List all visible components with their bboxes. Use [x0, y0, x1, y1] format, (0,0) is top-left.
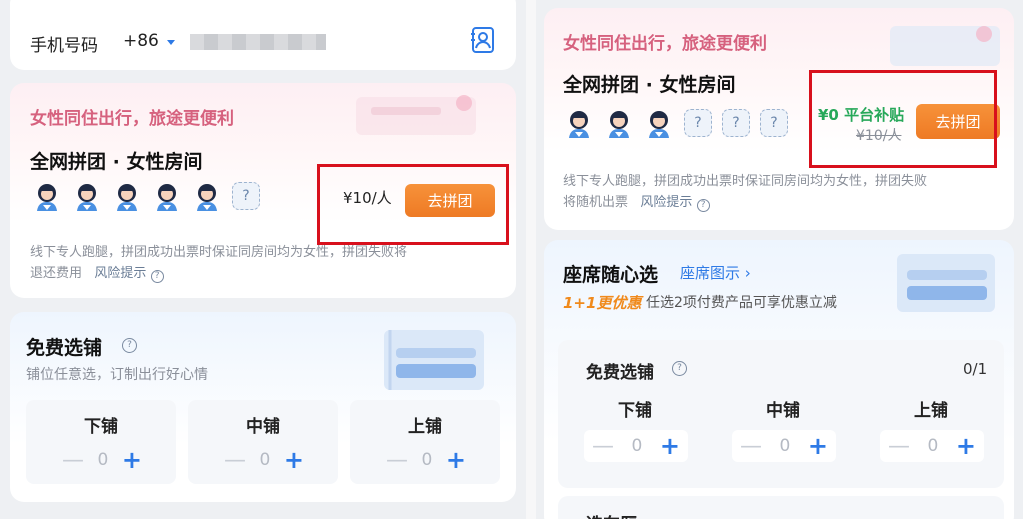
member-avatar: [32, 181, 62, 211]
empty-slot-placeholder: ?: [760, 109, 788, 137]
promo-tag: 1+1更优惠: [563, 294, 642, 312]
member-avatar: [72, 181, 102, 211]
desc-line-1: 线下专人跑腿，拼团成功出票时保证同房间均为女性，拼团失败将: [30, 245, 408, 260]
desc-line-2: 退还费用: [30, 266, 83, 281]
berth-option: 中铺 — 0 +: [718, 390, 848, 480]
berth-section-title: 免费选铺: [26, 337, 103, 359]
decrement-button[interactable]: —: [224, 448, 246, 473]
risk-tip-link[interactable]: 风险提示 ?: [94, 266, 164, 283]
member-avatar: [152, 181, 182, 211]
decrement-button[interactable]: —: [592, 434, 614, 459]
seat-selection-card: 座席随心选 座席图示 › 1+1更优惠 任选2项付费产品可享优惠立减 免费选铺 …: [544, 240, 1014, 519]
risk-tip-link[interactable]: 风险提示 ?: [640, 195, 710, 212]
group-slogan: 女性同住出行，旅途更便利: [563, 34, 767, 54]
seat-map-link[interactable]: 座席图示 ›: [680, 262, 751, 283]
help-icon[interactable]: ?: [672, 361, 687, 376]
group-description: 线下专人跑腿，拼团成功出票时保证同房间均为女性，拼团失败将 退还费用 风险提示 …: [30, 242, 500, 284]
group-description: 线下专人跑腿，拼团成功出票时保证同房间均为女性，拼团失败 将随机出票 风险提示 …: [563, 171, 1003, 213]
desc-line-1: 线下专人跑腿，拼团成功出票时保证同房间均为女性，拼团失败: [563, 174, 928, 189]
decrement-button[interactable]: —: [740, 434, 762, 459]
phone-number-input[interactable]: [190, 34, 326, 50]
panel-divider: [526, 0, 536, 519]
empty-slot-placeholder: ?: [722, 109, 750, 137]
highlight-box: [809, 70, 997, 168]
phone-card: 手机号码 +86: [10, 0, 516, 70]
stepper-value: 0: [631, 436, 643, 456]
member-avatar: [604, 108, 634, 138]
berth-stepper: — 0 +: [584, 430, 688, 462]
country-code-select[interactable]: +86: [123, 31, 159, 51]
decrement-button[interactable]: —: [888, 434, 910, 459]
member-avatar: [192, 181, 222, 211]
help-icon[interactable]: ?: [122, 338, 137, 353]
info-icon: ?: [150, 270, 164, 283]
group-slogan: 女性同住出行，旅途更便利: [30, 109, 234, 129]
berth-option: 下铺 — 0 +: [26, 400, 176, 484]
stepper-value: 0: [927, 436, 939, 456]
berth-illustration: [384, 330, 484, 390]
chevron-down-icon[interactable]: [167, 40, 175, 45]
stepper-value: 0: [97, 450, 109, 470]
berth-label: 上铺: [914, 401, 948, 421]
desc-line-2: 将随机出票: [563, 195, 629, 210]
seat-section-title: 座席随心选: [563, 264, 659, 286]
group-member-avatars: ???: [564, 108, 788, 138]
berth-stepper: — 0 +: [880, 430, 984, 462]
stepper-value: 0: [421, 450, 433, 470]
berth-label: 上铺: [408, 417, 442, 437]
empty-slot-placeholder: ?: [684, 109, 712, 137]
berth-option: 下铺 — 0 +: [570, 390, 700, 480]
berth-stepper: — 0 +: [224, 444, 304, 476]
berth-option: 上铺 — 0 +: [866, 390, 996, 480]
increment-button[interactable]: +: [956, 432, 976, 460]
member-avatar: [112, 181, 142, 211]
berth-label: 中铺: [246, 417, 280, 437]
group-title: 全网拼团 · 女性房间: [30, 151, 203, 173]
promo-text: 任选2项付费产品可享优惠立减: [646, 295, 837, 311]
berth-count: 0/1: [963, 360, 988, 378]
left-screenshot-panel: 手机号码 +86 女性同住出行，旅途更便利 全网拼团 · 女性房间 ? ¥10/…: [0, 0, 526, 519]
stepper-value: 0: [259, 450, 271, 470]
berth-section-title: 免费选铺: [586, 363, 654, 383]
berth-stepper: — 0 +: [62, 444, 142, 476]
increment-button[interactable]: +: [446, 446, 466, 474]
berth-stepper: — 0 +: [386, 444, 466, 476]
decoration-illustration: [356, 95, 476, 135]
group-title: 全网拼团 · 女性房间: [563, 74, 736, 96]
increment-button[interactable]: +: [284, 446, 304, 474]
group-member-avatars: ?: [32, 181, 260, 211]
empty-slot-placeholder: ?: [232, 182, 260, 210]
berth-illustration: [897, 254, 995, 312]
stepper-value: 0: [779, 436, 791, 456]
increment-button[interactable]: +: [808, 432, 828, 460]
highlight-box: [317, 164, 509, 245]
member-avatar: [564, 108, 594, 138]
info-icon: ?: [696, 199, 710, 212]
increment-button[interactable]: +: [122, 446, 142, 474]
berth-label: 下铺: [618, 401, 652, 421]
decrement-button[interactable]: —: [62, 448, 84, 473]
free-berth-card: 免费选铺 ? 铺位任意选，订制出行好心情 下铺 —0 + 中铺 —0 + 上铺 —0 +: [10, 312, 516, 502]
carriage-panel: 选车厢: [558, 496, 1004, 519]
carriage-title: 选车厢: [586, 510, 637, 519]
member-avatar: [644, 108, 674, 138]
free-berth-panel: 免费选铺 ? 0/1 下铺 —0 + 中铺 —0 + 上铺 —0 +: [558, 340, 1004, 488]
right-screenshot-panel: 女性同住出行，旅途更便利 全网拼团 · 女性房间 ??? ¥0 平台补贴 ¥10…: [536, 0, 1023, 519]
berth-label: 中铺: [766, 401, 800, 421]
decrement-button[interactable]: —: [386, 448, 408, 473]
increment-button[interactable]: +: [660, 432, 680, 460]
phone-label: 手机号码: [30, 36, 98, 56]
contacts-icon[interactable]: [470, 26, 496, 58]
berth-stepper: — 0 +: [732, 430, 836, 462]
berth-option: 中铺 — 0 +: [188, 400, 338, 484]
berth-section-subtitle: 铺位任意选，订制出行好心情: [26, 367, 208, 383]
berth-label: 下铺: [84, 417, 118, 437]
berth-option: 上铺 — 0 +: [350, 400, 500, 484]
